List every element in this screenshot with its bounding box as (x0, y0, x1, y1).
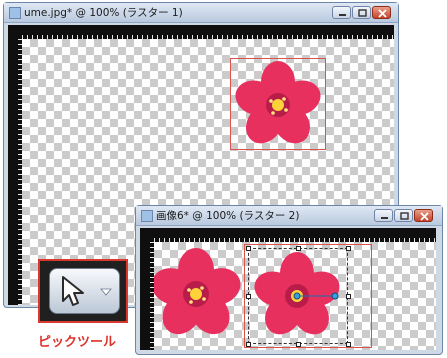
image-canvas[interactable] (154, 242, 436, 350)
pick-tool-button[interactable] (49, 268, 120, 314)
pick-tool-callout (38, 259, 128, 323)
minimize-icon (381, 217, 388, 219)
ruler-corner (8, 25, 22, 39)
resize-handle-ne[interactable] (346, 246, 351, 251)
close-icon (420, 212, 429, 221)
image-document-icon (9, 7, 21, 19)
pick-tool-label: ピックツール (38, 335, 117, 350)
horizontal-ruler (154, 228, 436, 242)
resize-handle-se[interactable] (346, 342, 351, 347)
resize-handle-e[interactable] (346, 294, 351, 299)
vertical-ruler (140, 242, 154, 350)
maximize-button[interactable] (394, 209, 413, 222)
document-window-image6: 画像6* @ 100% (ラスター 2) (135, 205, 443, 355)
resize-handle-n[interactable] (296, 246, 301, 251)
resize-handle-s[interactable] (296, 342, 301, 347)
close-button[interactable] (414, 209, 433, 222)
maximize-icon (358, 9, 367, 17)
pick-tool-arrow-icon (62, 276, 84, 306)
maximize-button[interactable] (352, 6, 371, 19)
title-bar[interactable]: 画像6* @ 100% (ラスター 2) (136, 206, 442, 226)
close-button[interactable] (372, 6, 391, 19)
resize-handle-sw[interactable] (246, 342, 251, 347)
image-document-icon (141, 210, 153, 222)
window-title: 画像6* @ 100% (ラスター 2) (156, 210, 300, 222)
object-bounds-highlight (230, 58, 326, 150)
resize-handle-nw[interactable] (246, 246, 251, 251)
close-icon (378, 9, 387, 18)
horizontal-ruler (22, 25, 394, 39)
minimize-button[interactable] (374, 209, 393, 222)
resize-handle-w[interactable] (246, 294, 251, 299)
plum-blossom-image (254, 252, 340, 335)
maximize-icon (400, 212, 409, 220)
minimize-button[interactable] (332, 6, 351, 19)
pick-selection-box[interactable] (246, 246, 351, 347)
plum-blossom-image (235, 61, 321, 144)
title-bar[interactable]: ume.jpg* @ 100% (ラスター 1) (4, 3, 398, 23)
minimize-icon (339, 14, 346, 16)
dropdown-arrow-icon[interactable] (99, 287, 113, 297)
ruler-corner (140, 228, 154, 242)
plum-blossom-image (154, 248, 241, 335)
vertical-ruler (8, 39, 22, 305)
window-title: ume.jpg* @ 100% (ラスター 1) (24, 7, 183, 19)
